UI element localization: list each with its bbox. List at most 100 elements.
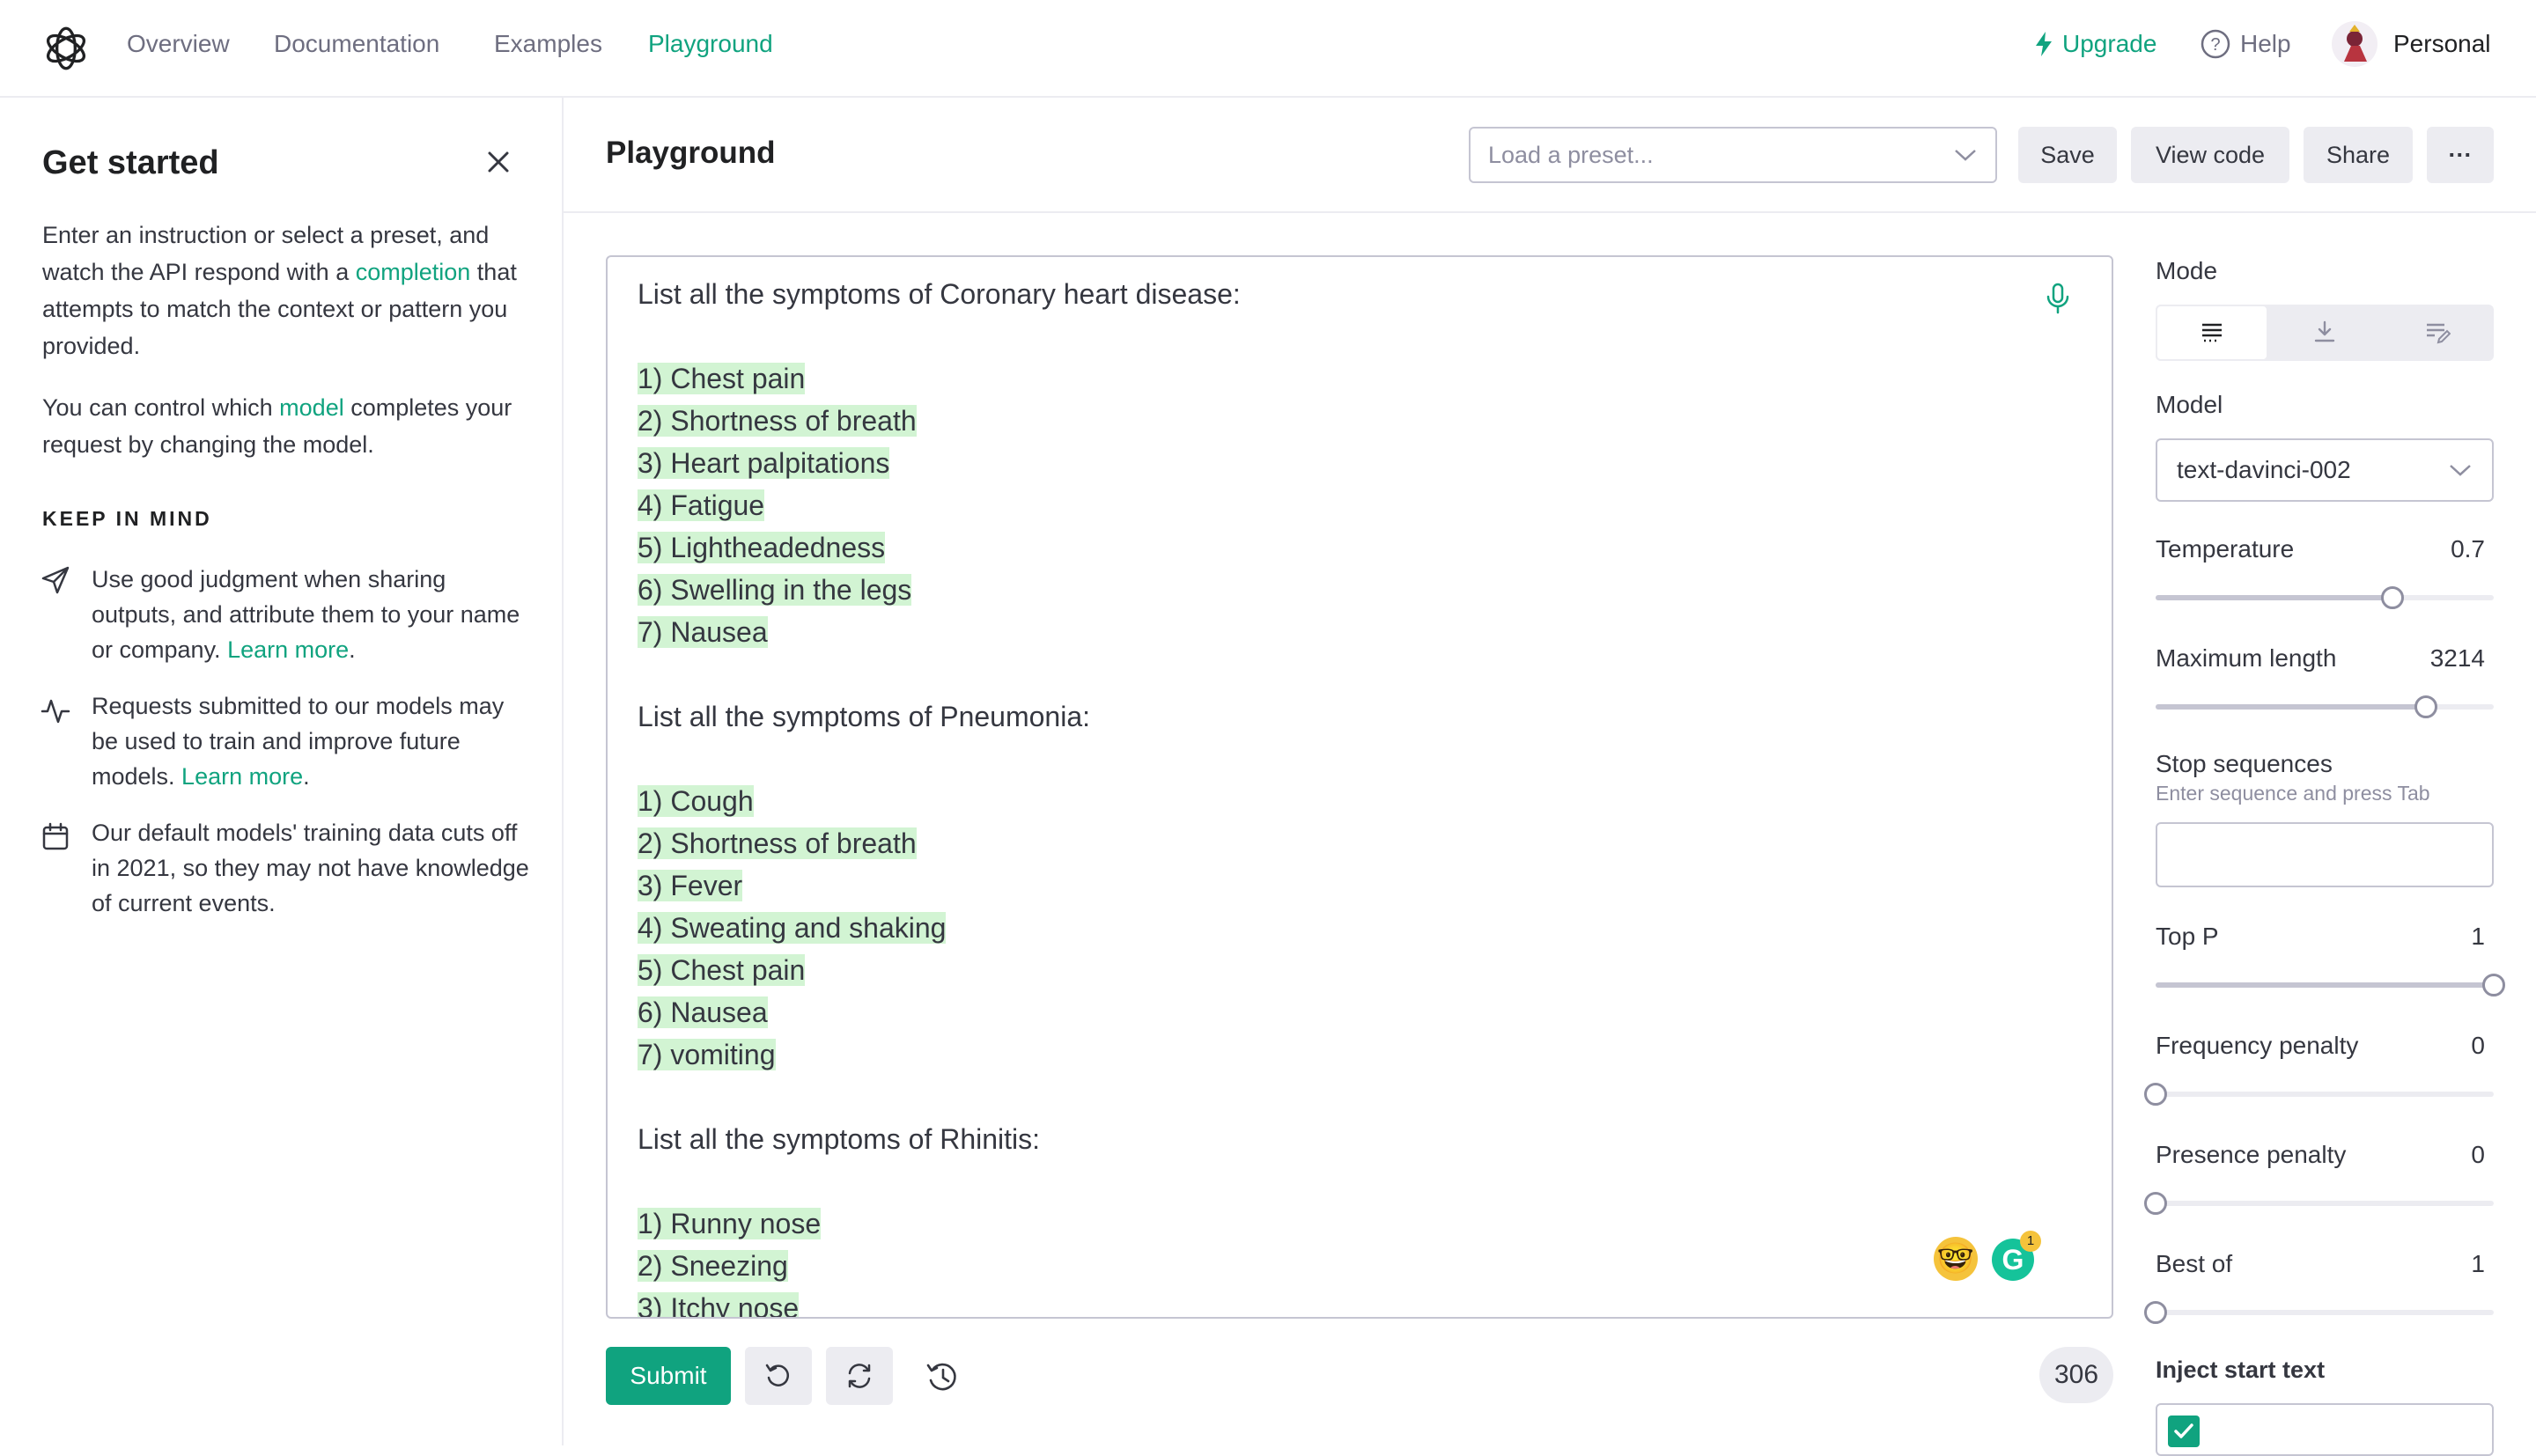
chevron-down-icon [1955,150,1976,161]
completion-text: 1) Chest pain [638,363,806,394]
openai-logo-icon[interactable] [39,21,93,76]
editor-line: 3) Itchy nose [638,1287,2046,1317]
model-select[interactable]: text-davinci-002 [2156,438,2494,502]
calendar-icon [42,822,69,850]
best-of-value[interactable]: 1 [2379,1246,2485,1282]
max-length-fill [2156,704,2427,710]
temperature-slider[interactable] [2156,586,2494,609]
frequency-penalty-slider[interactable] [2144,1083,2494,1106]
learn-more-link[interactable]: Learn more [227,636,349,663]
tip-tail: . [303,763,310,790]
completion-text: 4) Sweating and shaking [638,912,947,944]
undo-icon [765,1364,789,1386]
nav-documentation[interactable]: Documentation [274,26,439,62]
page-title: Playground [606,136,776,170]
chevron-down-icon [2450,465,2471,476]
editor-line: 3) Heart palpitations [638,442,2046,484]
refresh-icon [848,1364,871,1388]
editor-line: 7) vomiting [638,1033,2046,1076]
mode-complete[interactable] [2156,305,2268,361]
history-icon[interactable] [925,1359,960,1394]
submit-button[interactable]: Submit [606,1347,731,1405]
completion-text: 6) Swelling in the legs [638,574,912,606]
completion-link[interactable]: completion [356,259,471,285]
presence-penalty-slider[interactable] [2144,1192,2494,1215]
max-length-label: Maximum length [2156,644,2337,672]
temperature-value[interactable]: 0.7 [2379,532,2485,567]
lightning-icon [2036,32,2052,56]
completion-text: 5) Chest pain [638,954,806,986]
share-button[interactable]: Share [2304,127,2413,183]
completion-text: 4) Fatigue [638,489,765,521]
preset-placeholder: Load a preset... [1488,141,1654,168]
learn-more-link[interactable]: Learn more [181,763,303,790]
editor-line: List all the symptoms of Coronary heart … [638,273,2046,315]
regenerate-button[interactable] [826,1347,893,1405]
prompt-text: List all the symptoms of Pneumonia: [638,701,1091,732]
editor-content[interactable]: List all the symptoms of Coronary heart … [638,273,2046,1317]
sidebar-intro: Enter an instruction or select a preset,… [42,217,535,364]
prompt-text: List all the symptoms of Coronary heart … [638,278,1241,310]
inject-start-checkbox[interactable] [2168,1416,2200,1447]
best-of-handle[interactable] [2144,1301,2167,1324]
presence-penalty-handle[interactable] [2144,1192,2167,1215]
complete-mode-icon [2202,323,2222,342]
temperature-handle[interactable] [2380,586,2404,609]
top-p-slider[interactable] [2156,974,2505,996]
mode-selector[interactable] [2156,305,2494,361]
temperature-fill [2156,595,2392,600]
tip-judgment: Use good judgment when sharing outputs, … [92,562,532,667]
temperature-label: Temperature [2156,535,2295,563]
editor-line: 2) Shortness of breath [638,400,2046,442]
keep-in-mind-heading: KEEP IN MIND [42,507,212,530]
top-p-handle[interactable] [2482,974,2505,996]
save-button[interactable]: Save [2018,127,2117,183]
max-length-value[interactable]: 3214 [2379,641,2485,676]
help-link[interactable]: ? Help [2200,26,2291,62]
nav-examples[interactable]: Examples [494,26,602,62]
presence-penalty-value[interactable]: 0 [2379,1137,2485,1173]
inject-start-field[interactable] [2156,1403,2494,1456]
edit-mode-icon [2427,323,2451,344]
top-p-value[interactable]: 1 [2379,919,2485,954]
preset-select[interactable]: Load a preset... [1469,127,1997,183]
checkmark-icon [2174,1423,2193,1438]
max-length-slider[interactable] [2156,695,2494,718]
editor-line: 4) Sweating and shaking [638,907,2046,949]
editor-line: 4) Fatigue [638,484,2046,526]
prompt-editor[interactable]: List all the symptoms of Coronary heart … [606,255,2113,1319]
mode-label: Mode [2156,257,2218,284]
more-options-button[interactable]: ··· [2427,127,2494,183]
model-link[interactable]: model [279,394,344,421]
best-of-slider[interactable] [2144,1301,2494,1324]
avatar[interactable] [2332,21,2378,67]
mode-edit[interactable] [2381,305,2494,361]
completion-text: 3) Fever [638,870,743,901]
stop-sequences-input[interactable] [2156,822,2494,887]
account-name[interactable]: Personal [2393,26,2491,62]
svg-text:?: ? [2210,35,2220,55]
close-icon[interactable] [483,146,514,178]
completion-text: 5) Lightheadedness [638,532,886,563]
microphone-icon[interactable] [2043,282,2073,315]
completion-text: 2) Sneezing [638,1250,788,1282]
frequency-penalty-handle[interactable] [2144,1083,2167,1106]
nav-playground[interactable]: Playground [648,26,773,62]
help-icon: ? [2201,29,2230,59]
nav-overview[interactable]: Overview [127,26,230,62]
upgrade-link[interactable]: Upgrade [2034,26,2156,62]
model-value: text-davinci-002 [2177,456,2351,483]
top-p-fill [2156,982,2494,988]
emoji-icon[interactable]: 🤓 [1934,1237,1978,1281]
top-p-label: Top P [2156,923,2219,950]
frequency-penalty-value[interactable]: 0 [2379,1028,2485,1063]
max-length-handle[interactable] [2414,695,2438,718]
presence-penalty-label: Presence penalty [2156,1141,2347,1168]
view-code-button[interactable]: View code [2131,127,2289,183]
inject-start-label: Inject start text [2156,1357,2326,1383]
undo-button[interactable] [745,1347,812,1405]
mode-insert[interactable] [2268,305,2381,361]
help-label: Help [2240,30,2291,57]
